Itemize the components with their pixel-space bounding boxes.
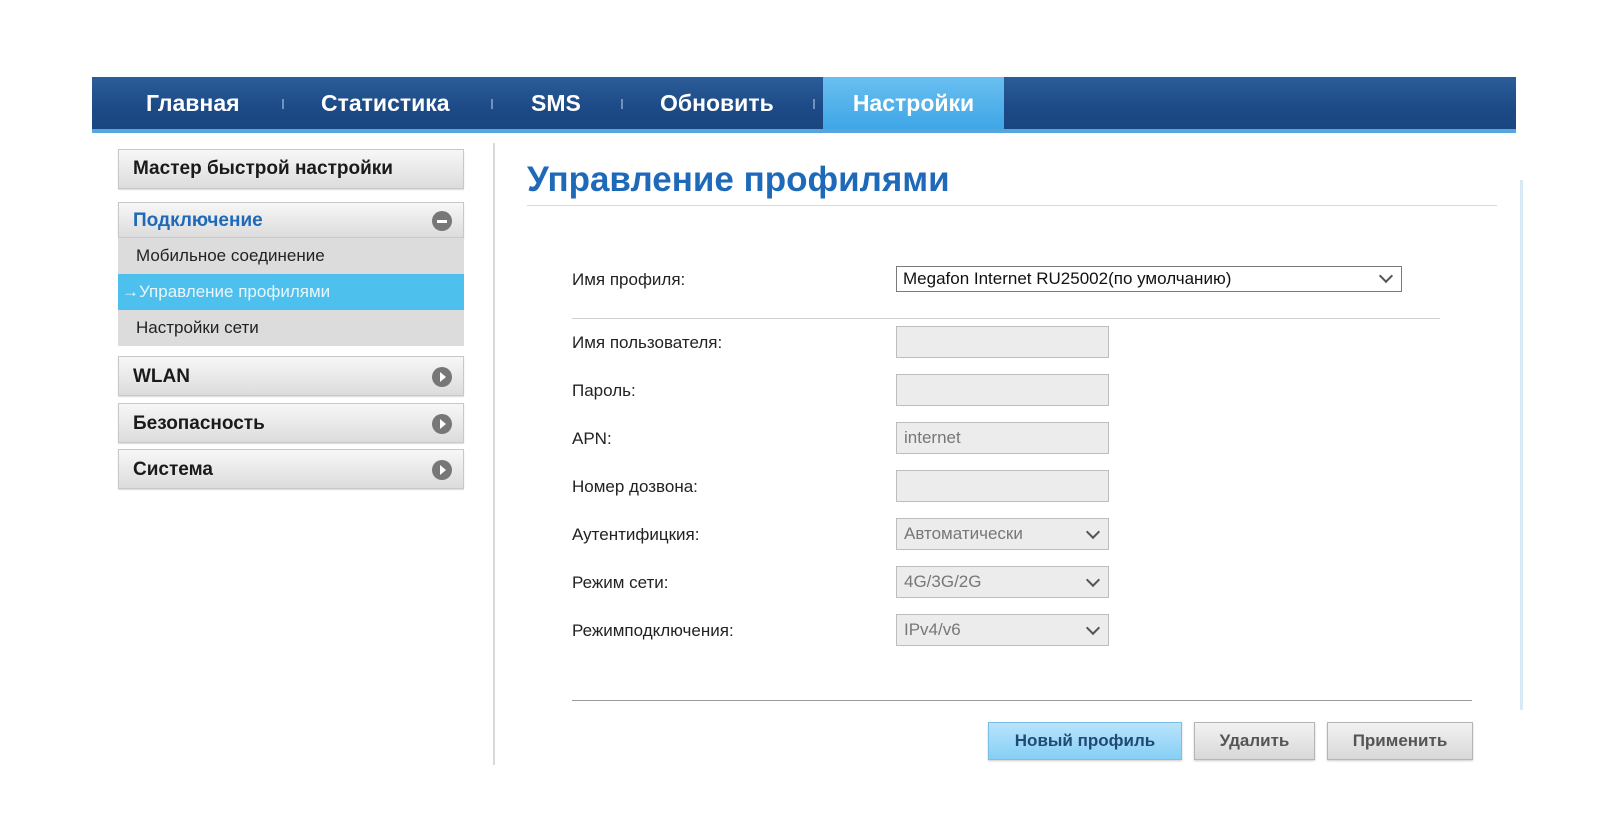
sidebar-item-profile-management[interactable]: →Управление профилями	[118, 274, 464, 310]
profile-name-select[interactable]: Megafon Internet RU25002(по умолчанию)	[896, 266, 1402, 292]
nav-tab-update[interactable]: Обновить	[660, 77, 774, 129]
sidebar-item-network-settings[interactable]: Настройки сети	[118, 310, 464, 346]
title-divider	[527, 205, 1497, 206]
sidebar-section-security-label: Безопасность	[133, 413, 265, 434]
username-field[interactable]	[896, 326, 1109, 358]
nav-separator	[621, 99, 623, 109]
password-field[interactable]	[896, 374, 1109, 406]
nav-separator	[491, 99, 493, 109]
nav-tab-home[interactable]: Главная	[146, 77, 240, 129]
connection-mode-select[interactable]: IPv4/v6	[896, 614, 1109, 646]
minus-circle-icon	[432, 211, 452, 231]
chevron-down-icon	[1085, 620, 1101, 636]
nav-tab-settings[interactable]: Настройки	[823, 77, 1004, 129]
nav-tab-statistics[interactable]: Статистика	[321, 77, 450, 129]
form-bottom-divider	[572, 700, 1472, 701]
sidebar-section-connection[interactable]: Подключение	[118, 202, 464, 238]
chevron-down-icon	[1378, 268, 1394, 284]
sidebar-section-wlan-label: WLAN	[133, 366, 190, 387]
sidebar-section-system-label: Система	[133, 459, 213, 480]
new-profile-button[interactable]: Новый профиль	[988, 722, 1182, 760]
sidebar-section-system[interactable]: Система	[118, 449, 464, 489]
delete-button[interactable]: Удалить	[1194, 722, 1315, 760]
sidebar-quick-setup-label: Мастер быстрой настройки	[133, 158, 393, 179]
auth-select[interactable]: Автоматически	[896, 518, 1109, 550]
sidebar-quick-setup[interactable]: Мастер быстрой настройки	[118, 149, 464, 189]
network-mode-select[interactable]: 4G/3G/2G	[896, 566, 1109, 598]
network-mode-value: 4G/3G/2G	[904, 572, 982, 591]
apn-field[interactable]: internet	[896, 422, 1109, 454]
profile-name-label: Имя профиля:	[572, 270, 686, 289]
sidebar-item-mobile-connection[interactable]: Мобильное соединение	[118, 238, 464, 274]
nav-separator	[282, 99, 284, 109]
apply-button[interactable]: Применить	[1327, 722, 1473, 760]
nav-tab-sms[interactable]: SMS	[531, 77, 581, 129]
sidebar-section-security[interactable]: Безопасность	[118, 403, 464, 443]
dial-number-field[interactable]	[896, 470, 1109, 502]
top-navigation-bar: Главная Статистика SMS Обновить Настройк…	[92, 77, 1516, 133]
password-label: Пароль:	[572, 381, 636, 400]
profile-divider	[572, 318, 1440, 319]
nav-separator	[813, 99, 815, 109]
right-edge-line	[1520, 180, 1523, 710]
apn-label: APN:	[572, 429, 612, 448]
auth-label: Аутентифицкия:	[572, 525, 700, 544]
arrow-circle-icon	[432, 460, 452, 480]
connection-mode-label: Режимподключения:	[572, 621, 734, 640]
profile-name-value: Megafon Internet RU25002(по умолчанию)	[903, 269, 1232, 288]
sidebar-section-wlan[interactable]: WLAN	[118, 356, 464, 396]
arrow-circle-icon	[432, 367, 452, 387]
sidebar-section-connection-label: Подключение	[133, 210, 263, 231]
chevron-down-icon	[1085, 524, 1101, 540]
nav-tab-settings-label: Настройки	[852, 90, 975, 116]
chevron-down-icon	[1085, 572, 1101, 588]
connection-mode-value: IPv4/v6	[904, 620, 961, 639]
network-mode-label: Режим сети:	[572, 573, 669, 592]
auth-value: Автоматически	[904, 524, 1023, 543]
dial-number-label: Номер дозвона:	[572, 477, 698, 496]
username-label: Имя пользователя:	[572, 333, 723, 352]
content-divider	[493, 143, 495, 765]
page-title: Управление профилями	[527, 160, 950, 199]
arrow-circle-icon	[432, 414, 452, 434]
